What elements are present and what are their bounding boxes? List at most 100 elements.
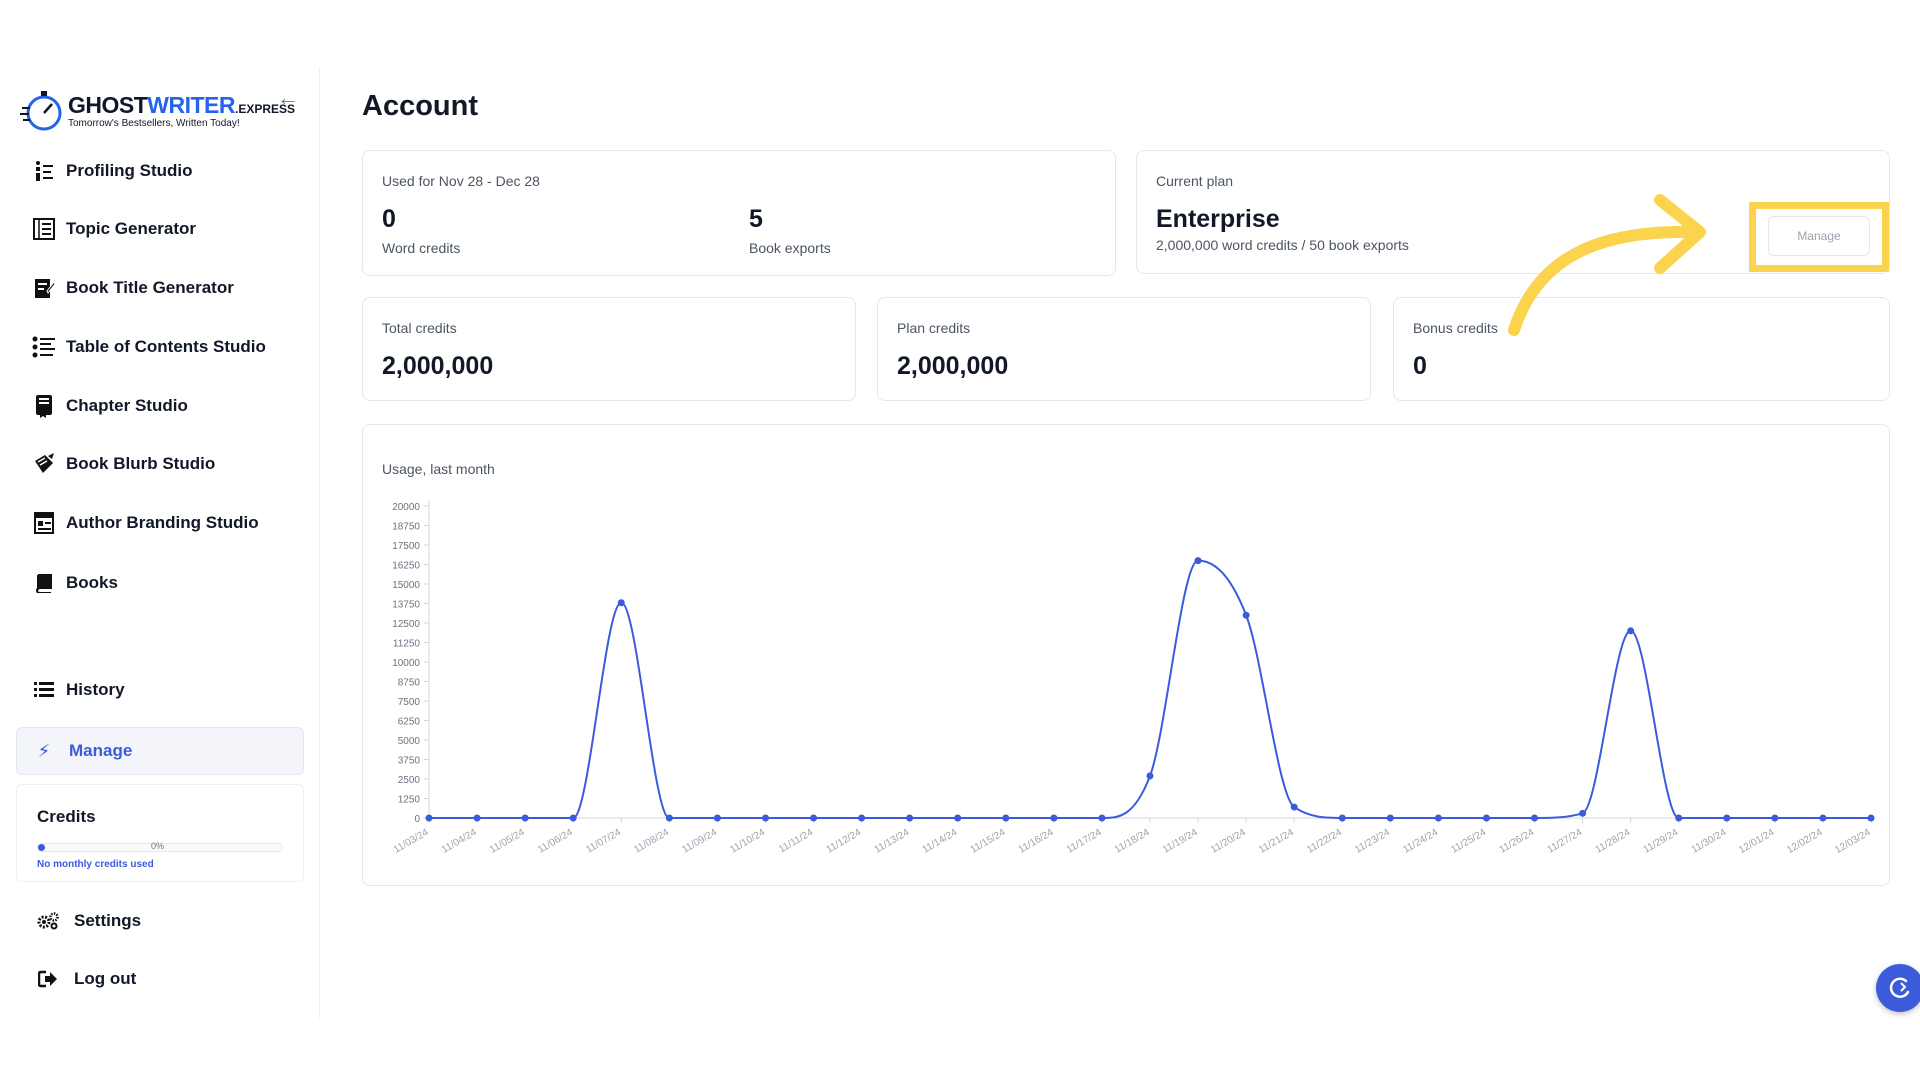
- brand-logo[interactable]: GHOSTWRITER.EXPRESS Tomorrow's Bestselle…: [20, 88, 295, 134]
- sidebar-item-label: Author Branding Studio: [66, 513, 259, 532]
- data-point: [906, 814, 914, 822]
- data-point: [1242, 611, 1250, 619]
- profiling-icon: [32, 159, 56, 183]
- sidebar-item-label: Table of Contents Studio: [66, 337, 266, 356]
- sidebar-item-chapter-studio[interactable]: Chapter Studio: [32, 391, 188, 421]
- y-tick-label: 8750: [398, 678, 421, 689]
- data-point: [521, 814, 529, 822]
- chat-icon: [1889, 977, 1910, 999]
- word-credits-value: 0: [382, 205, 396, 233]
- x-tick-label: 11/17/24: [1065, 827, 1104, 856]
- total-credits-caption: Total credits: [382, 320, 457, 336]
- sidebar-item-settings[interactable]: Settings: [36, 906, 141, 936]
- sidebar-item-author-branding-studio[interactable]: Author Branding Studio: [32, 508, 259, 538]
- sidebar-item-book-title-generator[interactable]: Book Title Generator: [32, 273, 234, 303]
- data-point: [1146, 772, 1154, 780]
- credits-panel: Credits 0% No monthly credits used: [16, 784, 304, 882]
- title-icon: [32, 276, 56, 300]
- x-tick-label: 11/04/24: [440, 827, 479, 856]
- plan-credits-card: Plan credits 2,000,000: [877, 297, 1371, 401]
- data-point: [1194, 557, 1202, 565]
- sidebar-item-logout[interactable]: Log out: [36, 964, 136, 994]
- sidebar-item-topic-generator[interactable]: Topic Generator: [32, 214, 196, 244]
- y-tick-label: 1250: [398, 795, 421, 806]
- data-point: [473, 814, 481, 822]
- data-point: [1531, 814, 1539, 822]
- books-icon: [32, 571, 56, 595]
- sidebar-item-label: Settings: [74, 911, 142, 930]
- y-tick-label: 10000: [392, 658, 420, 669]
- y-tick-label: 17500: [392, 541, 420, 552]
- x-tick-label: 11/30/24: [1690, 827, 1729, 856]
- sidebar-item-label: History: [66, 680, 125, 699]
- x-tick-label: 11/25/24: [1449, 827, 1488, 856]
- bonus-credits-caption: Bonus credits: [1413, 320, 1498, 336]
- book-exports-label: Book exports: [749, 240, 831, 256]
- plan-details: 2,000,000 word credits / 50 book exports: [1156, 237, 1409, 253]
- x-tick-label: 12/01/24: [1737, 827, 1777, 856]
- total-credits-card: Total credits 2,000,000: [362, 297, 856, 401]
- x-tick-label: 11/29/24: [1642, 827, 1681, 856]
- x-tick-label: 12/02/24: [1785, 827, 1825, 856]
- data-point: [1482, 814, 1490, 822]
- usage-period: Used for Nov 28 - Dec 28: [382, 173, 540, 189]
- bonus-credits-value: 0: [1413, 352, 1427, 380]
- sidebar-item-label: Topic Generator: [66, 219, 197, 238]
- sidebar-item-book-blurb-studio[interactable]: Book Blurb Studio: [32, 449, 215, 479]
- manage-highlight-box: [1749, 202, 1889, 272]
- plan-name: Enterprise: [1156, 205, 1280, 233]
- x-tick-label: 11/20/24: [1209, 827, 1248, 856]
- data-point: [1579, 809, 1587, 817]
- sidebar-item-table-of-contents-studio[interactable]: Table of Contents Studio: [32, 332, 266, 362]
- x-tick-label: 11/15/24: [969, 827, 1008, 856]
- sidebar-item-profiling-studio[interactable]: Profiling Studio: [32, 156, 193, 186]
- data-point: [1386, 814, 1394, 822]
- toc-icon: [32, 335, 56, 359]
- data-point: [1771, 814, 1779, 822]
- x-tick-label: 11/23/24: [1353, 827, 1392, 856]
- x-tick-label: 11/11/24: [777, 827, 815, 855]
- collapse-sidebar-arrow-icon[interactable]: ←: [276, 86, 300, 110]
- sidebar-item-history[interactable]: History: [32, 675, 125, 705]
- credits-progress-fill: [38, 844, 46, 851]
- x-tick-label: 11/18/24: [1113, 827, 1152, 856]
- usage-chart: 0 1250 2500 3750 5000 6250 7500 8750 10000 11250 1…: [392, 500, 1875, 856]
- plan-caption: Current plan: [1156, 173, 1234, 189]
- sidebar-item-label: Books: [66, 573, 118, 592]
- credits-percent: 0%: [151, 841, 165, 851]
- x-tick-label: 11/09/24: [680, 827, 719, 856]
- total-credits-value: 2,000,000: [382, 352, 494, 380]
- y-tick-label: 18750: [392, 522, 420, 533]
- y-tick-label: 3750: [398, 756, 421, 767]
- series-line: [429, 559, 1871, 819]
- data-point: [1434, 814, 1442, 822]
- data-point: [1338, 814, 1346, 822]
- x-tick-label: 11/07/24: [584, 827, 623, 856]
- credits-title: Credits: [37, 807, 96, 826]
- y-tick-label: 5000: [398, 736, 421, 747]
- plan-credits-caption: Plan credits: [897, 320, 971, 336]
- x-tick-label: 11/27/24: [1546, 827, 1585, 856]
- data-point: [1050, 814, 1058, 822]
- usage-card: Used for Nov 28 - Dec 28 0 Word credits …: [362, 150, 1116, 276]
- sidebar-item-label: Book Blurb Studio: [66, 454, 216, 473]
- sidebar-item-manage[interactable]: ⚡︎ Manage: [16, 727, 304, 775]
- x-tick-label: 11/16/24: [1017, 827, 1056, 856]
- sidebar-item-label: Chapter Studio: [66, 396, 188, 415]
- data-point: [617, 599, 625, 607]
- y-tick-label: 16250: [392, 561, 420, 572]
- y-tick-label: 6250: [398, 717, 421, 728]
- y-tick-label: 7500: [398, 697, 421, 708]
- sidebar-item-label: Log out: [74, 969, 137, 988]
- sidebar: GHOSTWRITER.EXPRESS Tomorrow's Bestselle…: [0, 68, 320, 1018]
- chat-launcher-button[interactable]: [1876, 964, 1920, 1012]
- sidebar-item-books[interactable]: Books: [32, 568, 118, 598]
- brand-wordmark: GHOSTWRITER.EXPRESS: [68, 92, 296, 118]
- x-tick-label: 11/13/24: [873, 827, 912, 856]
- data-point: [665, 814, 673, 822]
- data-point: [1867, 814, 1875, 822]
- logout-icon: [36, 967, 60, 991]
- sidebar-item-label: Book Title Generator: [66, 278, 234, 297]
- data-point: [858, 814, 866, 822]
- y-tick-label: 20000: [392, 502, 420, 513]
